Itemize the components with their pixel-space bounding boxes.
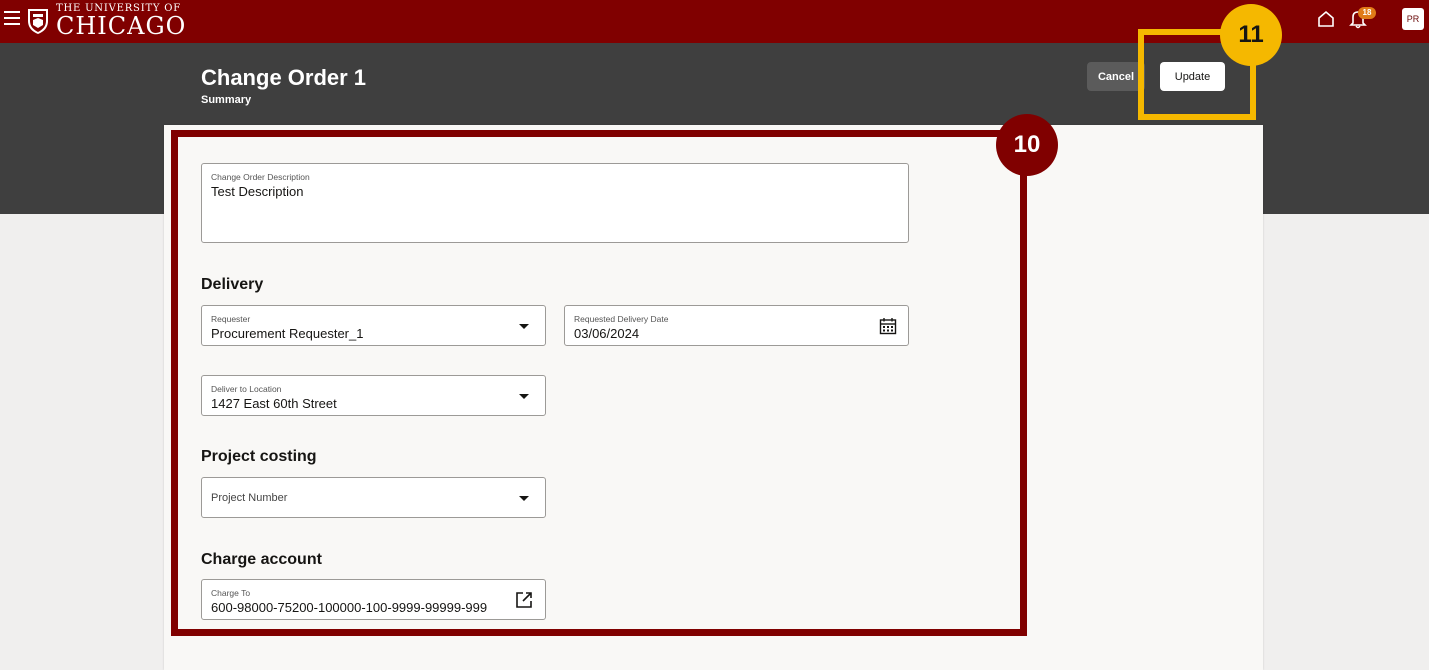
avatar[interactable]: PR <box>1402 8 1424 30</box>
page-subtitle: Summary <box>201 94 252 106</box>
page-title: Change Order 1 <box>201 65 367 90</box>
university-shield-icon <box>28 9 48 34</box>
step-10-badge: 10 <box>996 114 1058 176</box>
menu-icon[interactable] <box>4 11 20 27</box>
home-icon[interactable] <box>1317 10 1335 28</box>
notification-badge: 18 <box>1358 7 1376 19</box>
step-10-highlight <box>171 130 1027 636</box>
step-11-badge: 11 <box>1220 4 1282 66</box>
university-logo[interactable]: THE UNIVERSITY OF CHICAGO <box>26 1 186 41</box>
logo-line-2: CHICAGO <box>56 12 187 40</box>
cancel-button[interactable]: Cancel <box>1087 62 1145 91</box>
